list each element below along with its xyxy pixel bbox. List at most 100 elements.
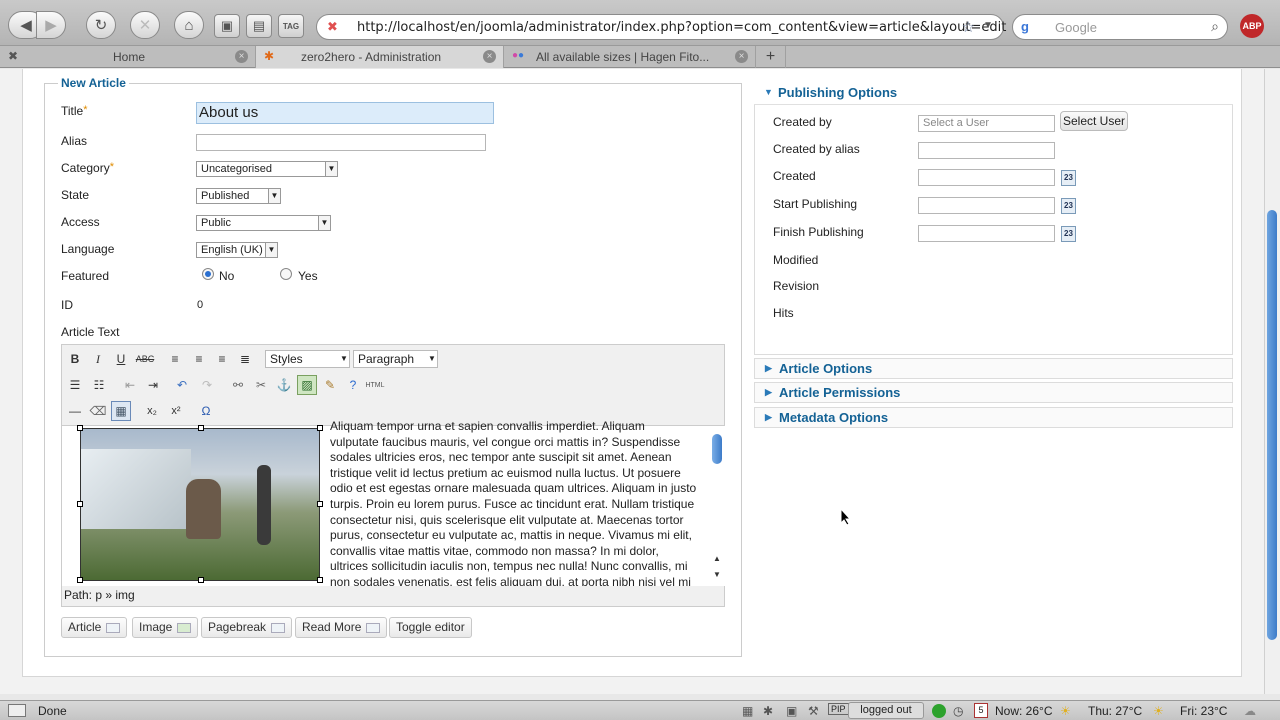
featured-yes-radio[interactable]: [280, 268, 292, 280]
title-input[interactable]: About us: [196, 102, 494, 124]
remove-format-icon[interactable]: ⌫: [88, 401, 108, 421]
numbered-list-icon[interactable]: ☷: [89, 375, 109, 395]
format-select[interactable]: Paragraph ▼: [353, 350, 438, 368]
align-justify-icon[interactable]: ≣: [235, 349, 255, 369]
calendar-icon[interactable]: 23: [1061, 170, 1076, 186]
search-icon[interactable]: ⌕: [1211, 18, 1219, 35]
login-status[interactable]: logged out: [848, 702, 924, 719]
image-icon[interactable]: ▨: [297, 375, 317, 395]
table-icon[interactable]: ▦: [111, 401, 131, 421]
tag-addon-button[interactable]: TAG: [278, 14, 304, 38]
article-permissions-header[interactable]: ▶ Article Permissions: [754, 382, 1233, 403]
category-select[interactable]: Uncategorised ▼: [196, 161, 338, 177]
read-more-button[interactable]: Read More: [295, 617, 388, 638]
article-body-text[interactable]: Aliquam tempor urna et sapien convallis …: [330, 419, 705, 586]
toggle-editor-button[interactable]: Toggle editor: [389, 617, 472, 638]
close-icon[interactable]: ×: [483, 50, 496, 63]
clock-icon[interactable]: ◷: [953, 704, 963, 718]
article-options-header[interactable]: ▶ Article Options: [754, 358, 1233, 379]
resize-handle[interactable]: [77, 577, 83, 583]
forward-button[interactable]: ▶: [36, 11, 66, 39]
calendar-icon[interactable]: 23: [1061, 226, 1076, 242]
unlink-icon[interactable]: ✂: [251, 375, 271, 395]
featured-no-radio[interactable]: [202, 268, 214, 280]
new-tab-button[interactable]: +: [756, 46, 786, 68]
history-dropdown-icon[interactable]: ▼: [983, 20, 993, 31]
alias-input[interactable]: [196, 134, 486, 151]
status-green-icon[interactable]: [932, 704, 946, 718]
link-icon[interactable]: ⚯: [228, 375, 248, 395]
editor-scroll-thumb[interactable]: [712, 434, 722, 464]
horizontal-rule-icon[interactable]: —: [65, 401, 85, 421]
created-by-input[interactable]: Select a User: [918, 115, 1055, 132]
created-by-alias-input[interactable]: [918, 142, 1055, 159]
insert-article-button[interactable]: Article: [61, 617, 128, 638]
editor-scrollbar[interactable]: ▲ ▼: [710, 430, 724, 585]
featured-yes-label[interactable]: Yes: [298, 269, 318, 283]
search-bar[interactable]: g Google ⌕: [1012, 14, 1228, 40]
html-source-icon[interactable]: HTML: [364, 375, 386, 395]
resize-handle[interactable]: [317, 501, 323, 507]
screenshot-addon-button[interactable]: ▣: [214, 14, 240, 38]
tools-icon[interactable]: ⚒: [808, 704, 819, 718]
resize-handle[interactable]: [317, 577, 323, 583]
tab-hagen-fito[interactable]: ●● All available sizes | Hagen Fito... ×: [504, 46, 756, 68]
italic-icon[interactable]: I: [88, 349, 108, 369]
page-scroll-thumb[interactable]: [1267, 210, 1277, 640]
close-icon[interactable]: ×: [235, 50, 248, 63]
resize-handle[interactable]: [77, 501, 83, 507]
tab-administration[interactable]: ✱ zero2hero - Administration ×: [256, 46, 504, 68]
styles-select[interactable]: Styles ▼: [265, 350, 350, 368]
select-user-button[interactable]: Select User: [1060, 111, 1128, 131]
resize-handle[interactable]: [77, 425, 83, 431]
created-date-input[interactable]: [918, 169, 1055, 186]
access-select[interactable]: Public ▼: [196, 215, 331, 231]
scroll-down-icon[interactable]: ▼: [713, 570, 721, 579]
address-bar[interactable]: ✖ http://localhost/en/joomla/administrat…: [316, 14, 1006, 40]
metadata-options-header[interactable]: ▶ Metadata Options: [754, 407, 1233, 428]
close-icon[interactable]: ×: [735, 50, 748, 63]
calendar-icon[interactable]: 23: [1061, 198, 1076, 214]
special-character-icon[interactable]: Ω: [196, 401, 216, 421]
tab-home[interactable]: ✖ Home ×: [0, 46, 256, 68]
undo-icon[interactable]: ↶: [172, 375, 192, 395]
reload-button[interactable]: ↻: [86, 11, 116, 39]
window-icon[interactable]: ▣: [786, 704, 797, 718]
redo-icon[interactable]: ↷: [197, 375, 217, 395]
resize-handle[interactable]: [317, 425, 323, 431]
calendar-icon[interactable]: 5: [974, 703, 988, 718]
insert-image-button[interactable]: Image: [132, 617, 199, 638]
subscript-icon[interactable]: x₂: [142, 401, 162, 421]
underline-icon[interactable]: U: [111, 349, 131, 369]
publishing-options-header[interactable]: ▼ Publishing Options: [754, 83, 1233, 104]
gear-icon[interactable]: ✱: [763, 704, 773, 718]
bullet-list-icon[interactable]: ☰: [65, 375, 85, 395]
state-select[interactable]: Published ▼: [196, 188, 281, 204]
strikethrough-icon[interactable]: ABC: [135, 349, 155, 369]
indent-icon[interactable]: ⇥: [143, 375, 163, 395]
layout-addon-button[interactable]: ▤: [246, 14, 272, 38]
resize-handle[interactable]: [198, 425, 204, 431]
bookmark-star-icon[interactable]: ☆: [962, 18, 975, 36]
featured-no-label[interactable]: No: [219, 269, 234, 283]
help-icon[interactable]: ?: [343, 375, 363, 395]
superscript-icon[interactable]: x²: [166, 401, 186, 421]
align-center-icon[interactable]: ≡: [189, 349, 209, 369]
embedded-image[interactable]: [80, 428, 320, 581]
cleanup-icon[interactable]: ✎: [320, 375, 340, 395]
home-button[interactable]: ⌂: [174, 11, 204, 39]
start-publishing-input[interactable]: [918, 197, 1055, 214]
sidebar-toggle-icon[interactable]: [8, 704, 26, 717]
outdent-icon[interactable]: ⇤: [120, 375, 140, 395]
adblock-icon[interactable]: ABP: [1240, 14, 1264, 38]
grid-icon[interactable]: ▦: [742, 704, 753, 718]
align-right-icon[interactable]: ≡: [212, 349, 232, 369]
anchor-icon[interactable]: ⚓: [274, 375, 294, 395]
resize-handle[interactable]: [198, 577, 204, 583]
finish-publishing-input[interactable]: [918, 225, 1055, 242]
align-left-icon[interactable]: ≡: [165, 349, 185, 369]
language-select[interactable]: English (UK) ▼: [196, 242, 278, 258]
pagebreak-button[interactable]: Pagebreak: [201, 617, 293, 638]
scroll-up-icon[interactable]: ▲: [713, 554, 721, 563]
stop-button[interactable]: ✕: [130, 11, 160, 39]
